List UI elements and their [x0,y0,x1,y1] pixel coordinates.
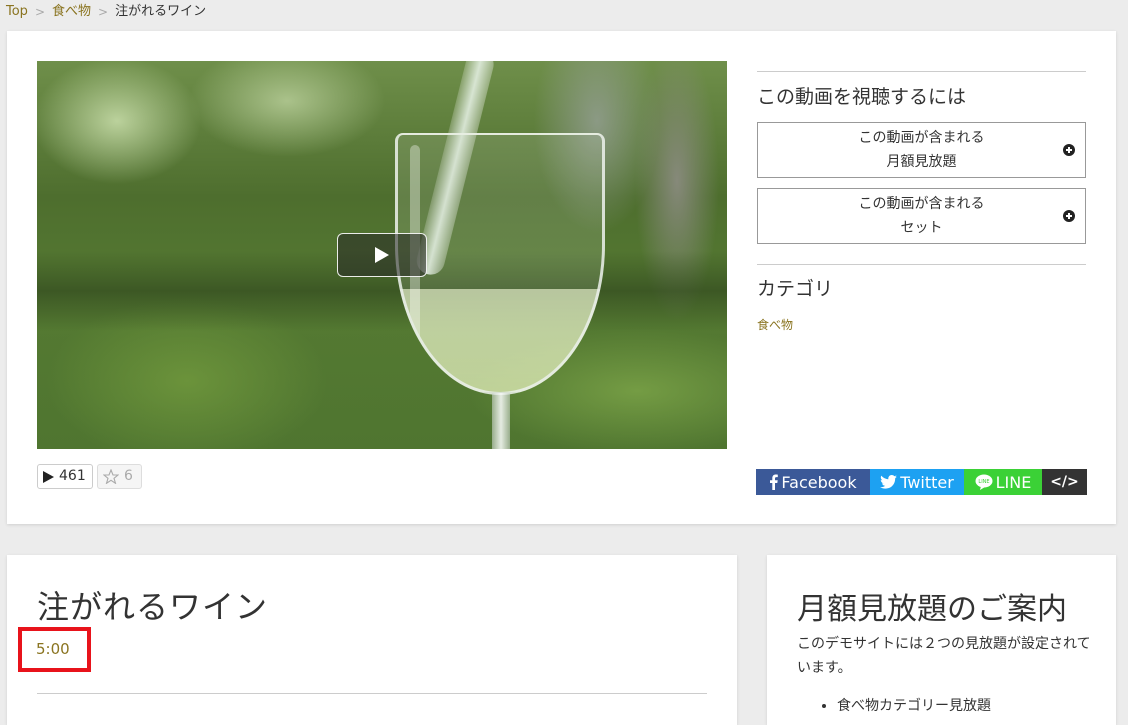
favorite-count: 6 [124,468,133,484]
breadcrumb-current: 注がれるワイン [115,4,207,19]
star-icon [103,469,119,484]
facebook-share-button[interactable]: Facebook [756,469,870,495]
video-player[interactable] [37,61,727,449]
divider [37,693,707,694]
video-title: 注がれるワイン [37,588,269,626]
play-count: 461 [37,464,93,489]
plan-line1: この動画が含まれる [858,196,985,212]
plus-circle-icon [1063,210,1075,222]
divider [757,71,1086,72]
subscription-info-panel: 月額見放題のご案内 このデモサイトには２つの見放題が設定されています。 食べ物カ… [767,555,1116,725]
line-label: LINE [995,472,1032,492]
divider [757,264,1086,265]
watch-heading: この動画を視聴するには [757,86,967,108]
breadcrumb: Top > 食べ物 > 注がれるワイン [6,3,206,21]
share-bar: Facebook Twitter LINE LINE </> [756,469,1087,495]
facebook-icon [769,474,779,490]
twitter-label: Twitter [900,472,954,492]
monthly-plan-button[interactable]: この動画が含まれる 月額見放題 [757,122,1086,178]
breadcrumb-food[interactable]: 食べ物 [52,3,91,21]
breadcrumb-separator: > [34,5,45,19]
plan-line1: この動画が含まれる [858,130,985,146]
embed-code-icon: </> [1050,474,1079,490]
video-panel: 461 6 この動画を視聴するには この動画が含まれる 月額見放題 この動画が含… [7,31,1116,524]
breadcrumb-separator: > [98,5,109,19]
play-icon [375,247,389,263]
twitter-share-button[interactable]: Twitter [870,469,964,495]
play-count-value: 461 [59,468,86,484]
play-count-icon [43,470,54,483]
set-plan-button[interactable]: この動画が含まれる セット [757,188,1086,244]
info-list: 食べ物カテゴリー見放題 [819,695,991,715]
line-share-button[interactable]: LINE LINE [964,469,1042,495]
info-text: このデモサイトには２つの見放題が設定されています。 [797,636,1091,676]
list-item: 食べ物カテゴリー見放題 [837,695,991,715]
favorite-button[interactable]: 6 [97,464,142,489]
category-link[interactable]: 食べ物 [757,316,793,333]
embed-button[interactable]: </> [1042,469,1087,495]
breadcrumb-top[interactable]: Top [6,3,28,21]
plan-line2: 月額見放題 [886,154,957,170]
svg-text:LINE: LINE [978,479,989,485]
play-button[interactable] [337,233,427,277]
category-heading: カテゴリ [757,278,834,300]
video-details-panel: 注がれるワイン 5:00 [7,555,737,725]
info-title: 月額見放題のご案内 [797,592,1067,627]
plus-circle-icon [1063,144,1075,156]
facebook-label: Facebook [781,472,857,492]
line-icon: LINE [975,474,993,490]
highlight-annotation [18,627,91,672]
plan-line2: セット [900,220,943,236]
twitter-icon [880,475,898,489]
